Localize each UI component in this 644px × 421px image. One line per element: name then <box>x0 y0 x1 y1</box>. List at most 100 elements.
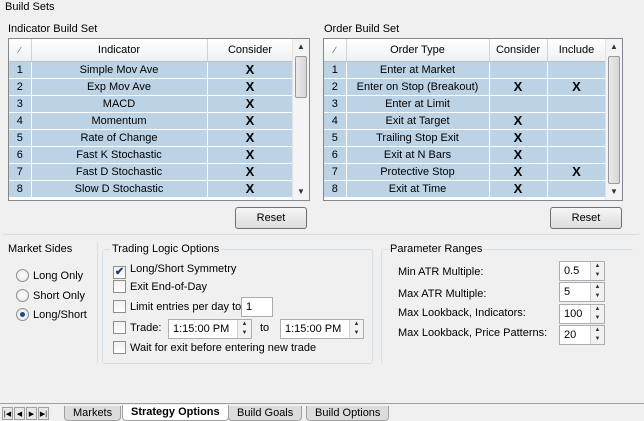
consider-cell[interactable]: X <box>489 146 548 164</box>
symmetry-checkbox-row[interactable]: ✔ Long/Short Symmetry <box>113 261 236 279</box>
table-row[interactable]: 8 Exit at Time X <box>324 180 607 198</box>
include-cell[interactable] <box>547 112 607 130</box>
table-row[interactable]: 5 Rate of Change X <box>9 129 294 147</box>
radio-icon[interactable] <box>16 289 29 302</box>
table-row[interactable]: 6 Fast K Stochastic X <box>9 146 294 164</box>
indicator-column-header[interactable]: Indicator <box>31 39 208 62</box>
consider-cell[interactable]: X <box>207 78 294 96</box>
first-tab-icon[interactable]: |◀ <box>2 407 13 420</box>
limit-entries-checkbox[interactable] <box>113 300 126 313</box>
trade-checkbox[interactable] <box>113 321 126 334</box>
consider-cell[interactable] <box>489 61 548 79</box>
time-spinner[interactable]: ▲ ▼ <box>349 320 363 338</box>
spin-down-icon[interactable]: ▼ <box>238 329 251 338</box>
include-cell[interactable]: X <box>547 163 607 181</box>
include-cell[interactable] <box>547 61 607 79</box>
value-spinner[interactable]: ▲ ▼ <box>590 326 604 344</box>
radio-short-only[interactable]: Short Only <box>16 288 85 304</box>
spin-up-icon[interactable]: ▲ <box>591 326 604 335</box>
consider-cell[interactable]: X <box>207 129 294 147</box>
scroll-up-icon[interactable]: ▲ <box>606 39 622 55</box>
value-spinner[interactable]: ▲ ▼ <box>590 283 604 301</box>
spin-up-icon[interactable]: ▲ <box>591 262 604 271</box>
tab-build-goals[interactable]: Build Goals <box>228 406 303 421</box>
consider-cell[interactable]: X <box>489 163 548 181</box>
order-reset-button[interactable]: Reset <box>550 207 622 229</box>
value-spinner[interactable]: ▲ ▼ <box>590 305 604 323</box>
table-row[interactable]: 4 Momentum X <box>9 112 294 130</box>
radio-long-short[interactable]: Long/Short <box>16 307 87 323</box>
max-atr-input[interactable]: 5 ▲ ▼ <box>559 282 605 302</box>
exit-eod-checkbox[interactable] <box>113 280 126 293</box>
prev-tab-icon[interactable]: ◀ <box>14 407 25 420</box>
tab-build-options[interactable]: Build Options <box>306 406 390 421</box>
last-tab-icon[interactable]: ▶| <box>38 407 49 420</box>
order-scrollbar[interactable]: ▲ ▼ <box>605 39 622 200</box>
indicator-grid[interactable]: ∕ Indicator Consider 1 Simple Mov Ave X 2E… <box>8 38 310 201</box>
table-row[interactable]: 2 Enter on Stop (Breakout) X X <box>324 78 607 96</box>
radio-selected-icon[interactable] <box>16 308 29 321</box>
spin-down-icon[interactable]: ▼ <box>591 335 604 344</box>
table-row[interactable]: 7 Protective Stop X X <box>324 163 607 181</box>
table-row[interactable]: 6 Exit at N Bars X <box>324 146 607 164</box>
spin-down-icon[interactable]: ▼ <box>350 329 363 338</box>
scroll-thumb[interactable] <box>295 56 307 98</box>
radio-icon[interactable] <box>16 269 29 282</box>
include-cell[interactable] <box>547 95 607 113</box>
consider-cell[interactable]: X <box>489 112 548 130</box>
wait-exit-checkbox[interactable] <box>113 341 126 354</box>
consider-cell[interactable]: X <box>207 163 294 181</box>
consider-cell[interactable]: X <box>489 78 548 96</box>
order-grid[interactable]: ∕ Order Type Consider Include 1 Enter at … <box>323 38 623 201</box>
spin-up-icon[interactable]: ▲ <box>591 283 604 292</box>
consider-cell[interactable]: X <box>207 112 294 130</box>
spin-up-icon[interactable]: ▲ <box>350 320 363 329</box>
spin-down-icon[interactable]: ▼ <box>591 271 604 280</box>
next-tab-icon[interactable]: ▶ <box>26 407 37 420</box>
time-spinner[interactable]: ▲ ▼ <box>237 320 251 338</box>
spin-up-icon[interactable]: ▲ <box>591 305 604 314</box>
consider-cell[interactable]: X <box>207 95 294 113</box>
exit-eod-checkbox-row[interactable]: Exit End-of-Day <box>113 279 207 295</box>
symmetry-checkbox[interactable]: ✔ <box>113 266 126 279</box>
limit-entries-input[interactable]: 1 <box>241 297 273 317</box>
trade-checkbox-row[interactable]: Trade: <box>113 320 161 336</box>
indicator-scrollbar[interactable]: ▲ ▼ <box>292 39 309 200</box>
table-row[interactable]: 7 Fast D Stochastic X <box>9 163 294 181</box>
include-cell[interactable]: X <box>547 78 607 96</box>
table-row[interactable]: 1 Simple Mov Ave X <box>9 61 294 79</box>
scroll-thumb[interactable] <box>608 56 620 184</box>
trade-from-time-input[interactable]: 1:15:00 PM ▲ ▼ <box>168 319 252 339</box>
spin-down-icon[interactable]: ▼ <box>591 314 604 323</box>
table-row[interactable]: 5 Trailing Stop Exit X <box>324 129 607 147</box>
include-cell[interactable] <box>547 129 607 147</box>
grid-corner[interactable]: ∕ <box>9 39 32 62</box>
scroll-up-icon[interactable]: ▲ <box>293 39 309 55</box>
trade-to-time-input[interactable]: 1:15:00 PM ▲ ▼ <box>280 319 364 339</box>
table-row[interactable]: 1 Enter at Market <box>324 61 607 79</box>
consider-column-header[interactable]: Consider <box>207 39 294 62</box>
scroll-down-icon[interactable]: ▼ <box>293 184 309 200</box>
include-cell[interactable] <box>547 180 607 198</box>
include-cell[interactable] <box>547 146 607 164</box>
tab-strategy-options[interactable]: Strategy Options <box>122 405 229 421</box>
include-column-header[interactable]: Include <box>547 39 607 62</box>
consider-column-header[interactable]: Consider <box>489 39 548 62</box>
wait-exit-checkbox-row[interactable]: Wait for exit before entering new trade <box>113 340 316 356</box>
spin-down-icon[interactable]: ▼ <box>591 292 604 301</box>
table-row[interactable]: 3 Enter at Limit <box>324 95 607 113</box>
scroll-down-icon[interactable]: ▼ <box>606 184 622 200</box>
spin-up-icon[interactable]: ▲ <box>238 320 251 329</box>
grid-corner[interactable]: ∕ <box>324 39 347 62</box>
min-atr-input[interactable]: 0.5 ▲ ▼ <box>559 261 605 281</box>
consider-cell[interactable]: X <box>207 180 294 198</box>
value-spinner[interactable]: ▲ ▼ <box>590 262 604 280</box>
table-row[interactable]: 2 Exp Mov Ave X <box>9 78 294 96</box>
consider-cell[interactable]: X <box>207 61 294 79</box>
order-type-column-header[interactable]: Order Type <box>346 39 490 62</box>
max-lookback-patterns-input[interactable]: 20 ▲ ▼ <box>559 325 605 345</box>
indicator-reset-button[interactable]: Reset <box>235 207 307 229</box>
consider-cell[interactable] <box>489 95 548 113</box>
max-lookback-indicators-input[interactable]: 100 ▲ ▼ <box>559 304 605 324</box>
table-row[interactable]: 3 MACD X <box>9 95 294 113</box>
